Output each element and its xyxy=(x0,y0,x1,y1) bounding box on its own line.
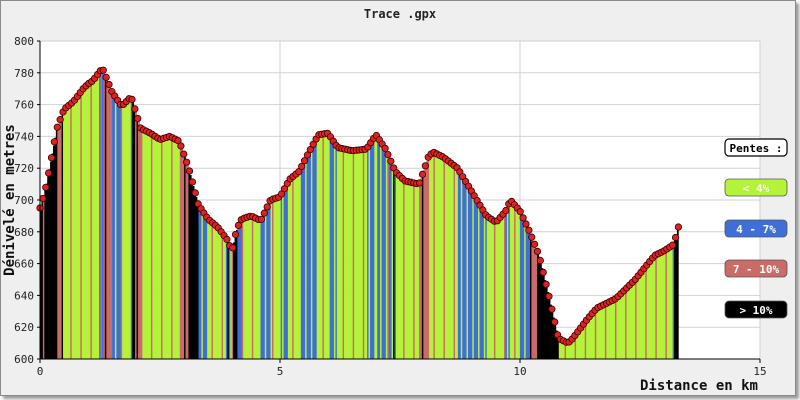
elevation-point xyxy=(519,214,527,222)
elevation-point xyxy=(502,206,510,215)
elevation-point xyxy=(263,203,271,211)
legend-item-label: 7 - 10% xyxy=(733,263,780,276)
legend-title: Pentes : xyxy=(730,142,783,155)
elevation-chart: Trace .gpx 60062064066068070072074076078… xyxy=(2,7,788,394)
elevation-point xyxy=(183,158,191,166)
x-tick-label: 5 xyxy=(277,365,284,378)
elevation-point xyxy=(42,183,50,191)
elevation-point xyxy=(188,178,197,186)
y-tick-label: 620 xyxy=(14,321,34,334)
elevation-point xyxy=(99,66,107,74)
elevation-point xyxy=(381,144,389,152)
y-tick-label: 780 xyxy=(14,67,34,80)
elevation-point xyxy=(102,73,110,81)
elevation-point xyxy=(533,247,542,256)
elevation-point xyxy=(257,215,266,223)
elevation-point xyxy=(260,209,268,217)
y-tick-label: 760 xyxy=(14,99,34,112)
elevation-point xyxy=(548,305,556,313)
elevation-point xyxy=(539,268,547,276)
elevation-point xyxy=(177,142,185,150)
elevation-point xyxy=(545,292,553,300)
elevation-point xyxy=(231,230,240,239)
elevation-point xyxy=(56,116,64,124)
chart-title: Trace .gpx xyxy=(364,7,436,21)
elevation-point xyxy=(191,189,199,197)
elevation-point xyxy=(522,220,530,228)
y-tick-label: 640 xyxy=(14,289,34,302)
x-tick-label: 15 xyxy=(753,365,766,378)
x-axis-label: Distance en km xyxy=(640,378,758,394)
elevation-point xyxy=(671,233,680,242)
elevation-point xyxy=(45,169,53,177)
x-tick-label: 0 xyxy=(37,365,44,378)
elevation-point xyxy=(53,123,61,131)
elevation-point xyxy=(384,150,392,159)
elevation-point xyxy=(180,150,188,158)
elevation-point xyxy=(542,280,550,288)
elevation-point xyxy=(674,223,683,231)
elevation-point xyxy=(105,80,113,89)
legend-item-label: 4 - 7% xyxy=(736,223,776,236)
legend-item-label: > 10% xyxy=(739,304,772,317)
elevation-point xyxy=(516,208,524,216)
elevation-point xyxy=(525,226,533,234)
elevation-point xyxy=(229,244,237,252)
elevation-point xyxy=(415,179,424,187)
slope-bar xyxy=(676,229,679,359)
elevation-point xyxy=(128,95,136,103)
elevation-point xyxy=(47,154,56,162)
elevation-point xyxy=(551,318,559,326)
elevation-point xyxy=(536,256,544,265)
legend-item-label: < 4% xyxy=(743,182,770,195)
y-tick-label: 800 xyxy=(14,35,34,48)
elevation-point xyxy=(418,170,427,178)
elevation-point xyxy=(531,240,539,248)
elevation-point xyxy=(223,235,231,243)
elevation-point xyxy=(528,233,536,241)
elevation-point xyxy=(131,105,139,113)
elevation-point xyxy=(387,157,395,165)
y-tick-label: 600 xyxy=(14,353,34,366)
elevation-point xyxy=(50,138,58,146)
elevation-point xyxy=(134,114,142,123)
elevation-point xyxy=(421,162,429,170)
elevation-point xyxy=(669,241,677,249)
elevation-point xyxy=(39,194,47,203)
elevation-point xyxy=(185,167,194,175)
x-tick-label: 10 xyxy=(513,365,526,378)
y-axis-label: Dénivelé en metres xyxy=(2,124,18,276)
